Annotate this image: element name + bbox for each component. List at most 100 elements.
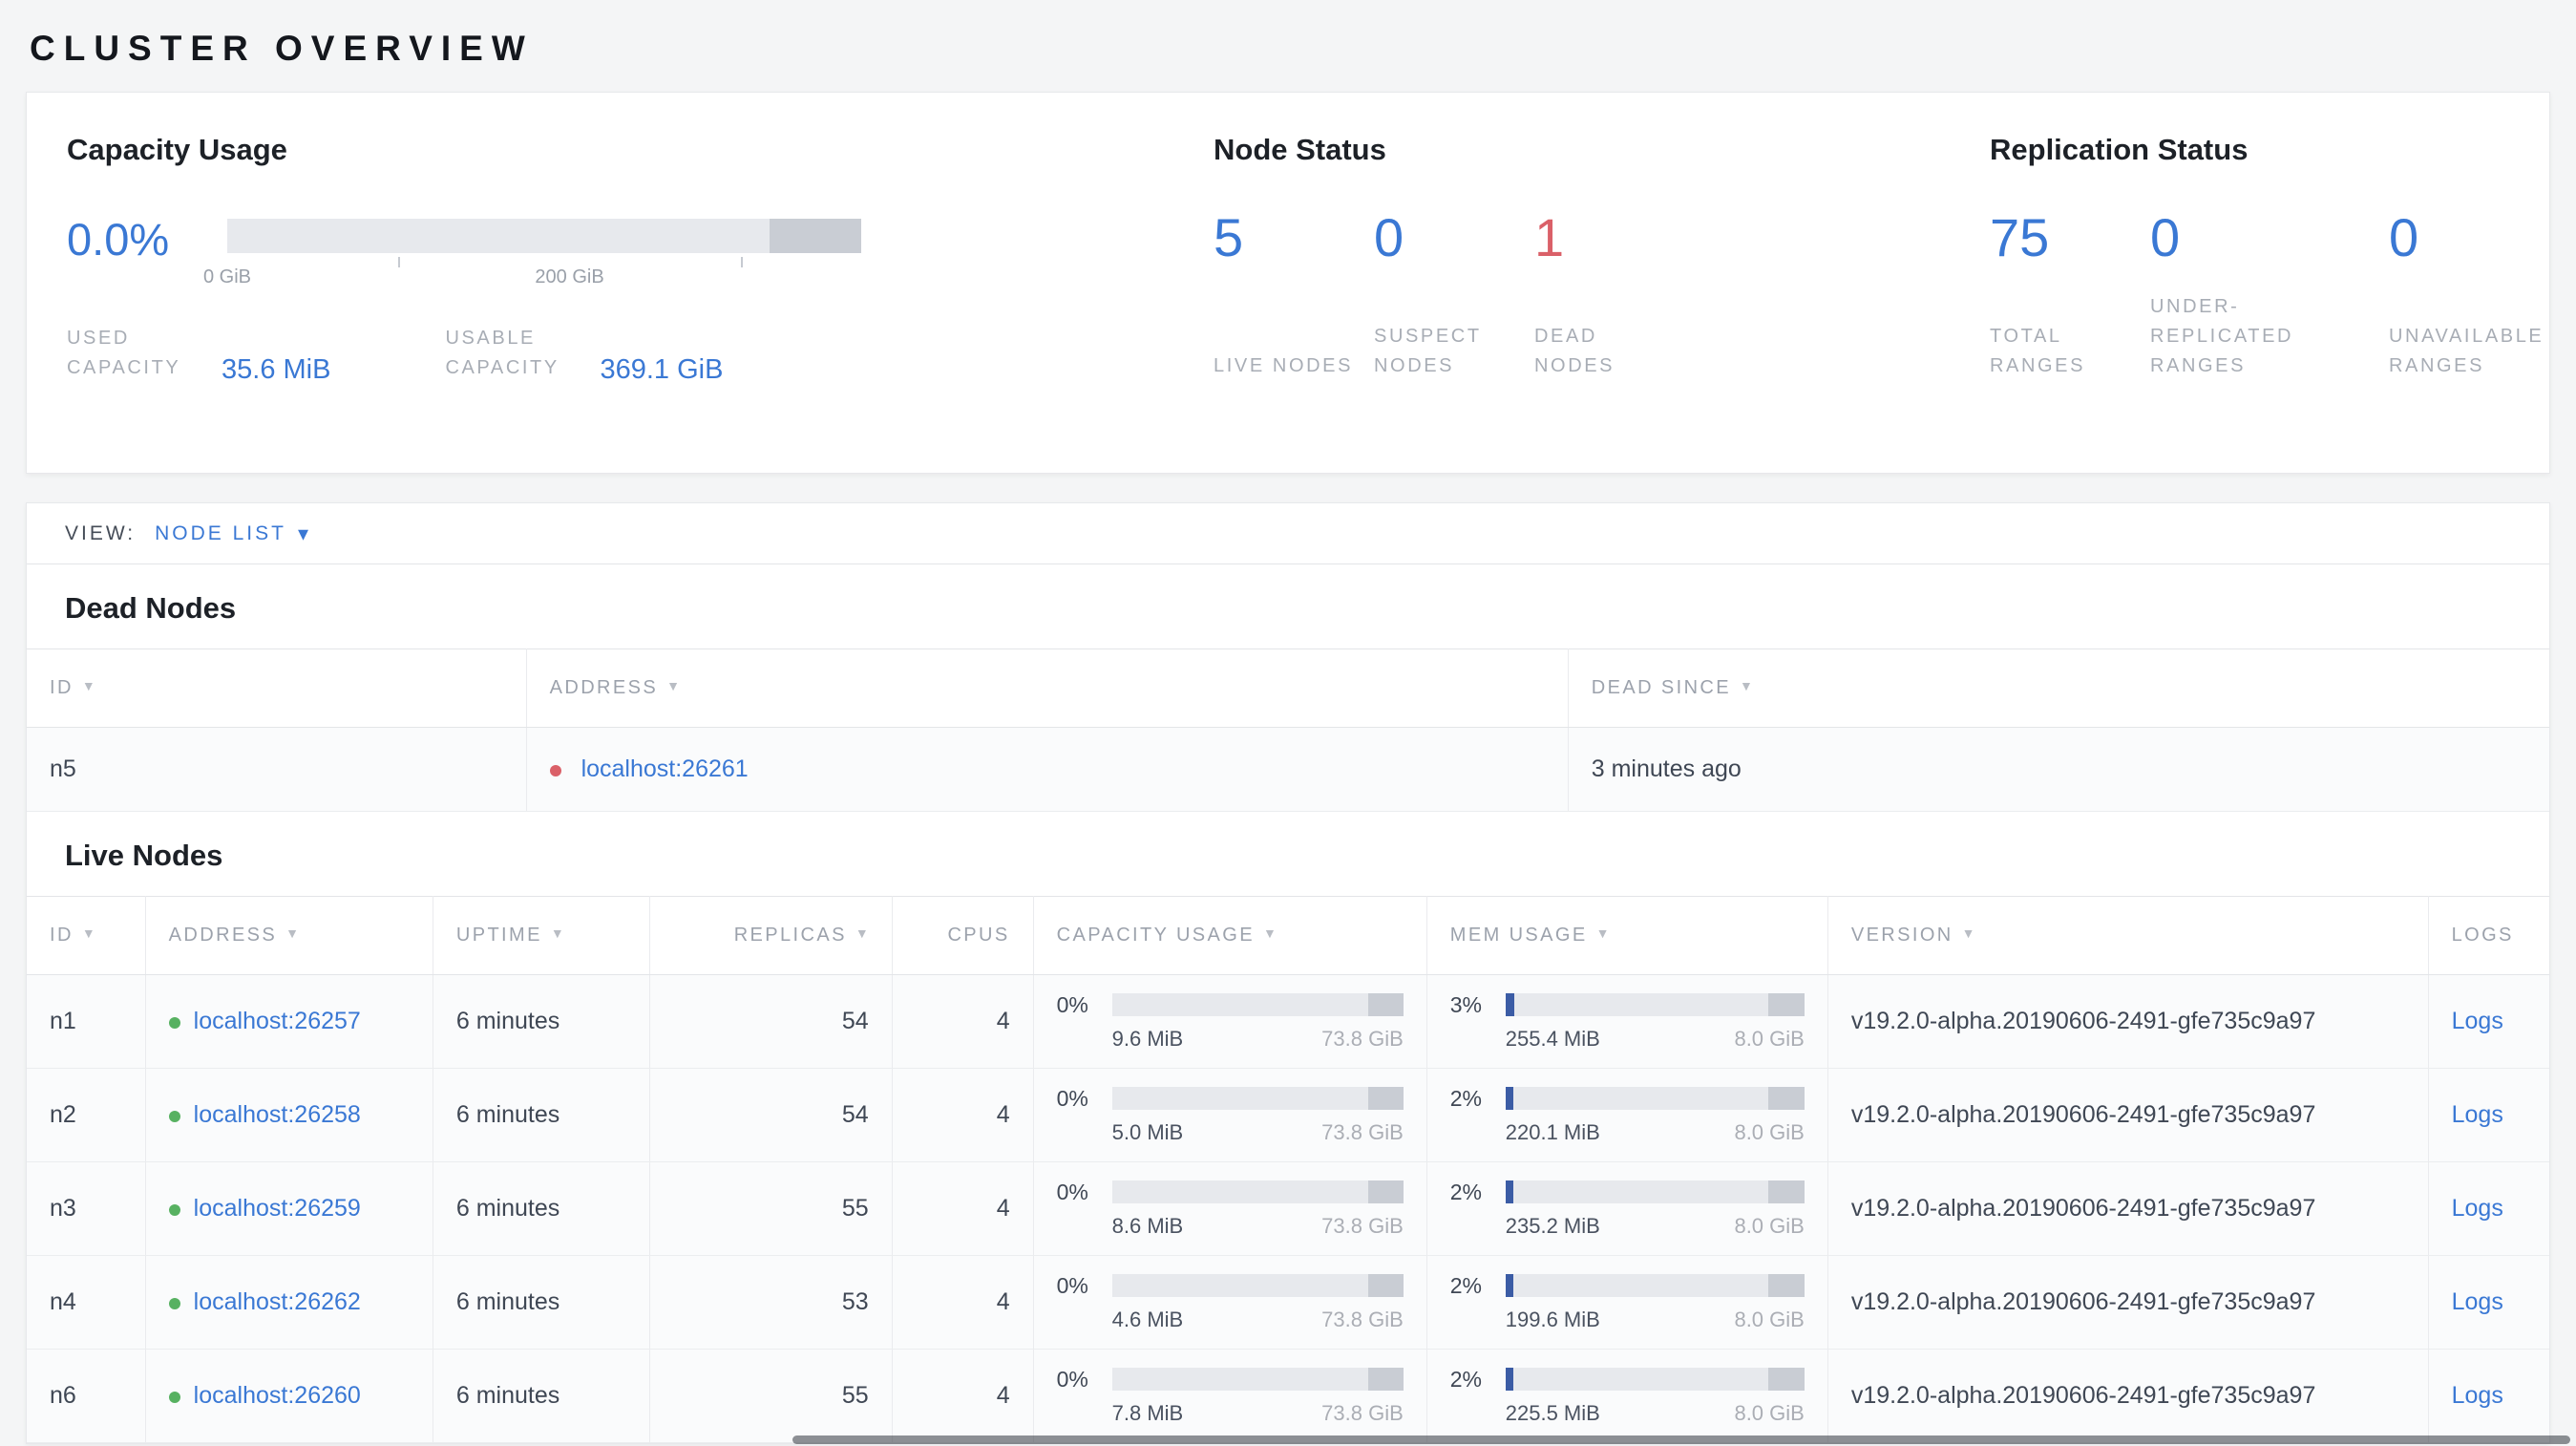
node-version-cell: v19.2.0-alpha.20190606-2491-gfe735c9a97 [1827,1068,2429,1162]
capacity-used-value: 8.6 MiB [1111,1213,1184,1238]
capacity-usage-section: Capacity Usage 0.0% 0 GiB 200 GiB USED C… [27,93,1173,473]
node-capacity-usage-cell: 0% 8.6 MiB 73.8 GiB [1033,1161,1427,1256]
mem-percent: 2% [1449,1366,1483,1392]
mem-used-value: 199.6 MiB [1505,1307,1600,1331]
node-logs-cell: Logs [2428,1068,2549,1162]
node-status-title: Node Status [1214,133,1386,166]
node-version-cell: v19.2.0-alpha.20190606-2491-gfe735c9a97 [1827,1255,2429,1350]
capacity-used-value: 5.0 MiB [1111,1119,1184,1144]
axis-label: 0 GiB [202,266,252,287]
usable-capacity-label: USABLE CAPACITY [445,328,560,378]
node-address-link[interactable]: localhost:26259 [194,1195,361,1222]
dead-nodes-table: ID ▼ ADDRESS ▼ DEAD SINCE ▼ n5 localhost:26… [27,649,2549,812]
under-replicated-ranges-stat: 0 UNDER-REPLICATED RANGES [2150,211,2389,381]
sort-desc-icon: ▼ [550,925,564,941]
suspect-nodes-stat: 0 SUSPECT NODES [1374,211,1534,381]
used-capacity-value: 35.6 MiB [222,354,331,385]
summary-card: Capacity Usage 0.0% 0 GiB 200 GiB USED C… [26,92,2550,474]
replication-status-title: Replication Status [1990,133,2249,166]
node-address-link[interactable]: localhost:26261 [581,755,749,782]
live-nodes-heading: Live Nodes [65,839,223,872]
column-header-replicas[interactable]: REPLICAS ▼ [649,896,893,975]
capacity-percent: 0% [1056,1179,1088,1204]
column-header-address[interactable]: ADDRESS ▼ [145,896,433,975]
view-bar: VIEW: NODE LIST ▾ [27,503,2549,564]
logs-link[interactable]: Logs [2452,1008,2503,1034]
unavailable-ranges-label: UNAVAILABLE RANGES [2389,326,2544,376]
mem-bar [1505,993,1805,1016]
capacity-percent: 0% [1056,1366,1088,1392]
capacity-axis: 0 GiB 200 GiB [203,253,861,299]
usable-capacity-value: 369.1 GiB [600,354,724,385]
dead-nodes-label: DEAD NODES [1534,326,1615,376]
column-header-id[interactable]: ID ▼ [27,896,146,975]
logs-link[interactable]: Logs [2452,1101,2503,1128]
logs-link[interactable]: Logs [2452,1382,2503,1409]
node-status-section: Node Status 5 LIVE NODES 0 SUSPECT NODES… [1173,93,1950,473]
node-address-link[interactable]: localhost:26262 [194,1288,361,1315]
axis-label: 200 GiB [535,266,604,287]
column-header-uptime[interactable]: UPTIME ▼ [433,896,651,975]
dead-nodes-count: 1 [1534,207,1565,267]
node-id-cell: n6 [27,1349,146,1443]
sort-desc-icon: ▼ [81,678,95,693]
mem-used-value: 220.1 MiB [1505,1119,1600,1144]
column-header-id[interactable]: ID ▼ [27,649,527,728]
node-address-cell: localhost:26261 [526,727,1569,812]
mem-total-value: 8.0 GiB [1734,1026,1805,1051]
column-header-cpus[interactable]: CPUS [892,896,1034,975]
node-mem-usage-cell: 2% 220.1 MiB 8.0 GiB [1426,1068,1828,1162]
node-status-dot-live [168,1017,180,1029]
used-capacity-stat: USED CAPACITY 35.6 MiB [67,324,331,385]
node-uptime-cell: 6 minutes [433,1255,651,1350]
node-replicas-cell: 54 [649,974,893,1069]
mem-bar-fill [1505,1368,1513,1391]
node-capacity-usage-cell: 0% 4.6 MiB 73.8 GiB [1033,1255,1427,1350]
capacity-bar [1111,993,1404,1016]
mem-used-value: 225.5 MiB [1505,1400,1600,1425]
replication-status-section: Replication Status 75 TOTAL RANGES 0 UND… [1950,93,2549,473]
column-header-mem-usage[interactable]: MEM USAGE ▼ [1426,896,1828,975]
node-id-cell: n3 [27,1161,146,1256]
logs-link[interactable]: Logs [2452,1195,2503,1222]
node-mem-usage-cell: 2% 235.2 MiB 8.0 GiB [1426,1161,1828,1256]
column-header-dead-since[interactable]: DEAD SINCE ▼ [1568,649,2549,728]
column-header-version[interactable]: VERSION ▼ [1827,896,2429,975]
sort-desc-icon: ▼ [1740,678,1753,693]
node-replicas-cell: 55 [649,1349,893,1443]
column-header-logs[interactable]: LOGS [2428,896,2549,975]
horizontal-scrollbar[interactable] [792,1435,2570,1444]
capacity-total-value: 73.8 GiB [1321,1307,1404,1331]
live-node-row: n6 localhost:26260 6 minutes 55 4 0% 7.8… [27,1349,2549,1443]
node-uptime-cell: 6 minutes [433,1161,651,1256]
capacity-percent: 0% [1056,991,1088,1017]
live-node-row: n4 localhost:26262 6 minutes 53 4 0% 4.6… [27,1255,2549,1350]
total-ranges-stat: 75 TOTAL RANGES [1990,211,2150,381]
view-label: VIEW: [65,521,137,544]
live-node-row: n2 localhost:26258 6 minutes 54 4 0% 5.0… [27,1068,2549,1162]
node-address-link[interactable]: localhost:26260 [194,1382,361,1409]
node-status-dot-live [168,1298,180,1309]
mem-used-value: 255.4 MiB [1505,1026,1600,1051]
live-node-row: n1 localhost:26257 6 minutes 54 4 0% 9.6… [27,974,2549,1069]
mem-used-value: 235.2 MiB [1505,1213,1600,1238]
sort-desc-icon: ▼ [1595,925,1610,941]
capacity-used-value: 7.8 MiB [1111,1400,1184,1425]
node-address-cell: localhost:26257 [145,974,433,1069]
node-address-link[interactable]: localhost:26258 [194,1101,361,1128]
node-uptime-cell: 6 minutes [433,1349,651,1443]
node-capacity-usage-cell: 0% 5.0 MiB 73.8 GiB [1033,1068,1427,1162]
node-address-link[interactable]: localhost:26257 [194,1008,361,1034]
sort-desc-icon: ▼ [666,678,680,693]
axis-tick [740,257,743,267]
view-selector-dropdown[interactable]: NODE LIST ▾ [155,521,308,546]
column-header-address[interactable]: ADDRESS ▼ [526,649,1569,728]
logs-link[interactable]: Logs [2452,1288,2503,1315]
mem-bar-fill [1505,1180,1513,1203]
node-version-cell: v19.2.0-alpha.20190606-2491-gfe735c9a97 [1827,1349,2429,1443]
node-capacity-usage-cell: 0% 9.6 MiB 73.8 GiB [1033,974,1427,1069]
mem-percent: 2% [1449,1272,1483,1298]
column-header-capacity-usage[interactable]: CAPACITY USAGE ▼ [1033,896,1427,975]
mem-percent: 3% [1449,991,1483,1017]
node-version-cell: v19.2.0-alpha.20190606-2491-gfe735c9a97 [1827,1161,2429,1256]
